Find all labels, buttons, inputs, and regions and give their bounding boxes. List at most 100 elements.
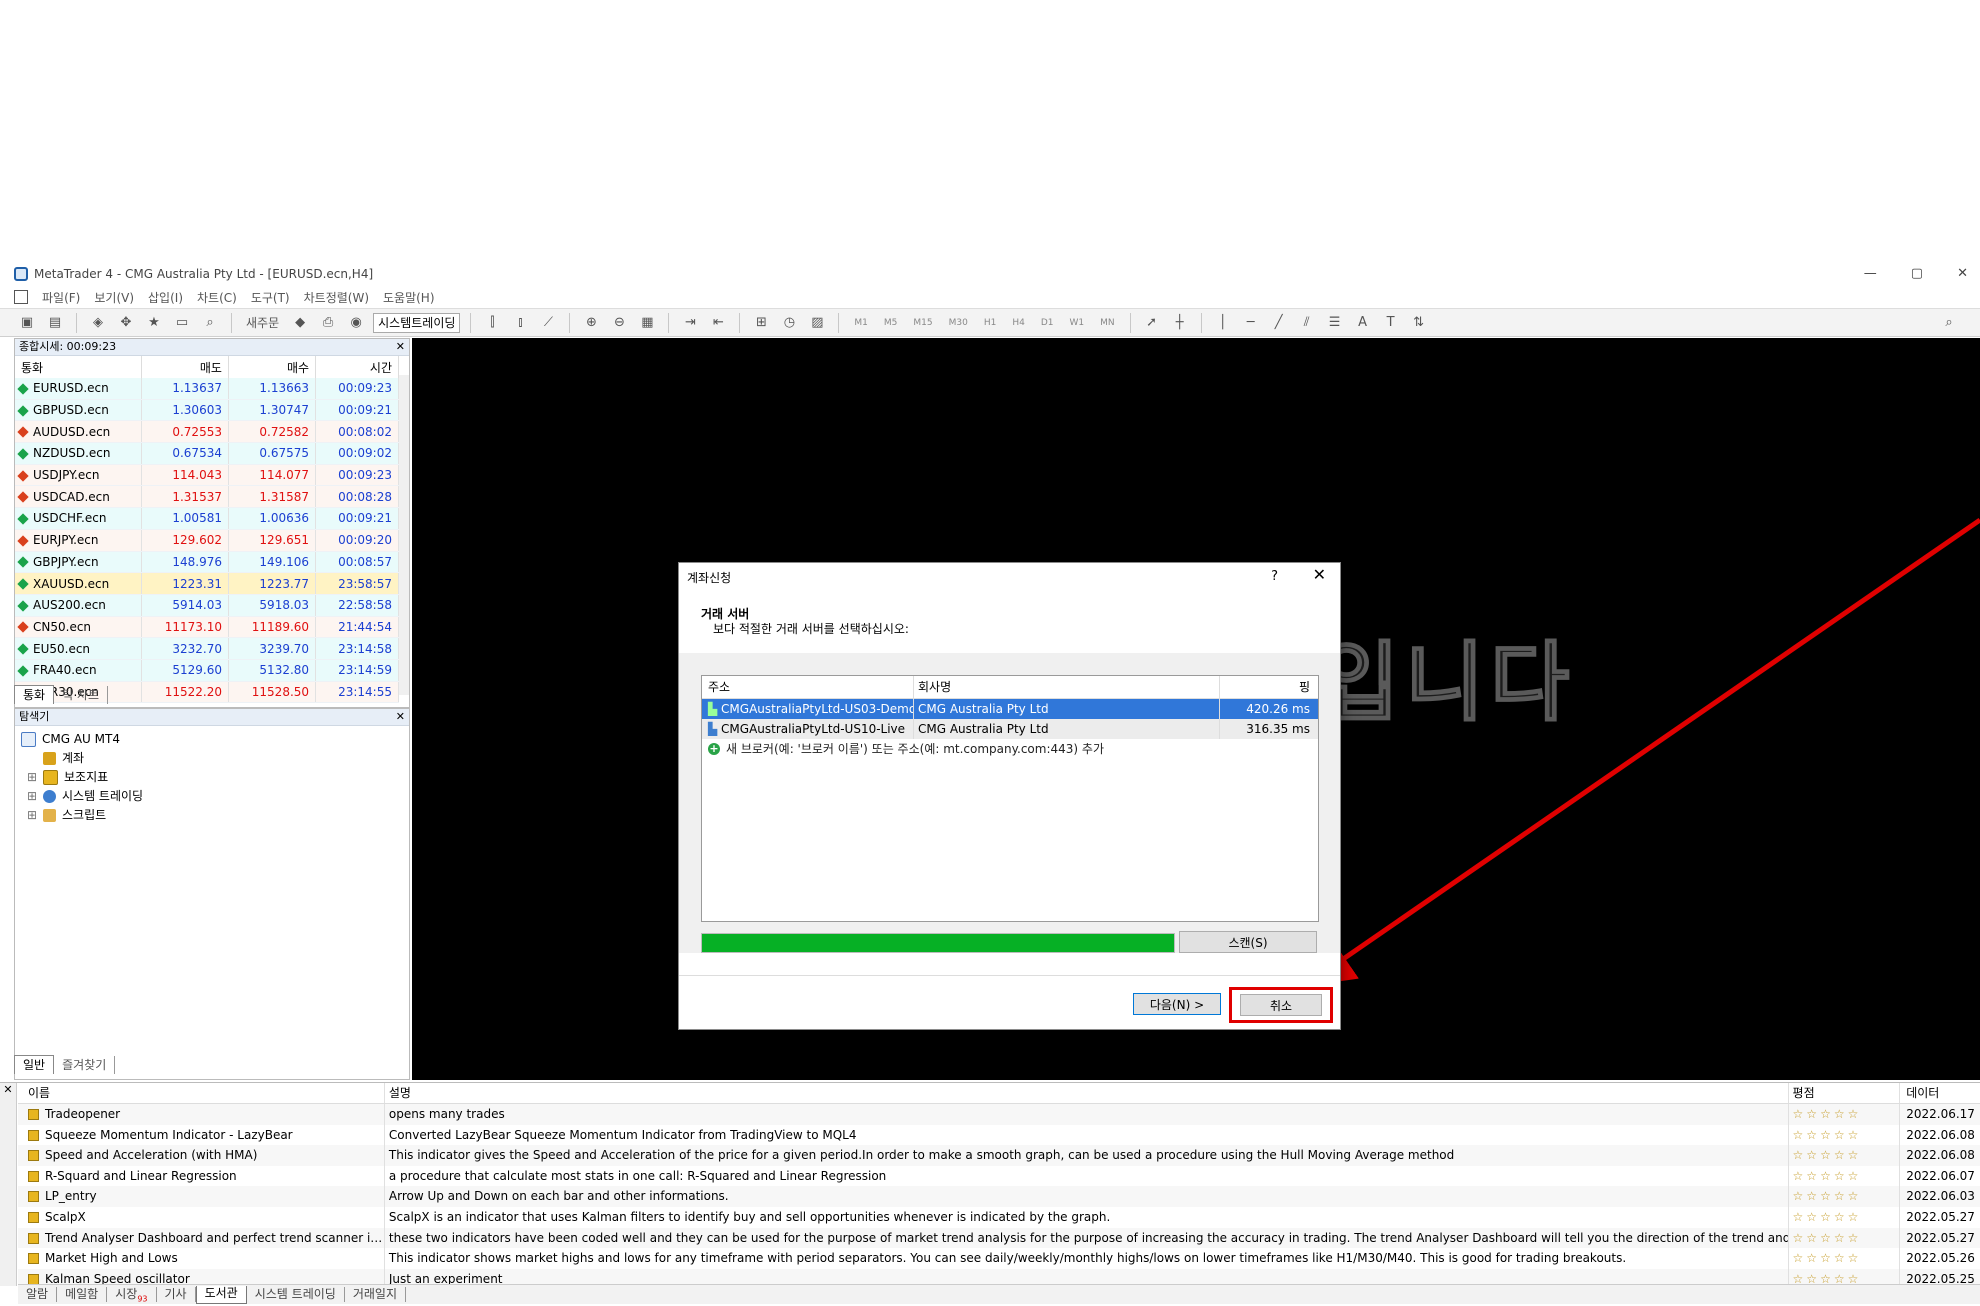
market-watch-row[interactable]: USDJPY.ecn 114.043 114.077 00:09:23 — [15, 464, 399, 487]
column-header-rating[interactable]: 평점 — [1789, 1083, 1901, 1103]
market-watch-row[interactable]: USDCHF.ecn 1.00581 1.00636 00:09:21 — [15, 507, 399, 530]
column-header-company[interactable]: 회사명 — [914, 676, 1220, 698]
column-header-address[interactable]: 주소 — [702, 676, 914, 698]
column-header-ping[interactable]: 핑 — [1220, 676, 1316, 698]
market-watch-row[interactable]: USDCAD.ecn 1.31537 1.31587 00:08:28 — [15, 485, 399, 509]
expand-icon[interactable]: ⊞ — [27, 787, 43, 806]
tree-item-indicators[interactable]: ⊞ 보조지표 — [21, 768, 409, 787]
market-watch-icon[interactable]: ◈ — [87, 313, 109, 333]
library-row[interactable]: R-Squard and Linear Regression a procedur… — [18, 1165, 1980, 1187]
server-row[interactable]: ▙ CMGAustraliaPtyLtd-US10-Live CMG Austr… — [702, 719, 1318, 739]
library-row[interactable]: Tradeopener opens many trades ☆☆☆☆☆ 2022.06… — [18, 1104, 1980, 1125]
tree-item-scripts[interactable]: ⊞ 스크립트 — [21, 806, 409, 825]
menu-help[interactable]: 도움말(H) — [383, 289, 435, 306]
add-broker-row[interactable]: + 새 브로커(예: '브로커 이름') 또는 주소(예: mt.company… — [702, 739, 1318, 759]
templates-icon[interactable]: ▨ — [806, 313, 828, 333]
chart-shift-icon[interactable]: ⇤ — [707, 313, 729, 333]
tab-alerts[interactable]: 알람 — [18, 1287, 58, 1302]
menu-insert[interactable]: 삽입(I) — [148, 289, 183, 306]
periods-icon[interactable]: ◷ — [778, 313, 800, 333]
market-watch-row[interactable]: NZDUSD.ecn 0.67534 0.67575 00:09:02 — [15, 442, 399, 465]
column-header-name[interactable]: 이름 — [18, 1083, 385, 1103]
help-button[interactable]: ? — [1271, 569, 1278, 584]
library-row[interactable]: ScalpX ScalpX is an indicator that uses K… — [18, 1206, 1980, 1228]
print-icon[interactable]: ⎙ — [317, 313, 339, 333]
tree-item-expert-advisors[interactable]: ⊞ 시스템 트레이딩 — [21, 787, 409, 806]
close-window-button[interactable]: ✕ — [1957, 262, 1968, 286]
library-row[interactable]: Speed and Acceleration (with HMA) This in… — [18, 1145, 1980, 1166]
channel-icon[interactable]: ⫽ — [1296, 313, 1318, 333]
market-watch-scrollbar[interactable] — [399, 375, 409, 695]
server-row[interactable]: ▙ CMGAustraliaPtyLtd-US03-Demo CMG Austr… — [702, 699, 1318, 719]
strategy-tester-icon[interactable]: ⌕ — [199, 313, 221, 333]
tab-market[interactable]: 시장93 — [107, 1287, 157, 1303]
minimize-button[interactable]: — — [1864, 262, 1877, 286]
dialog-close-button[interactable]: ✕ — [1313, 565, 1326, 584]
indicators-icon[interactable]: ⊞ — [750, 313, 772, 333]
market-watch-row[interactable]: GBPJPY.ecn 148.976 149.106 00:08:57 — [15, 551, 399, 574]
menu-view[interactable]: 보기(V) — [94, 289, 134, 306]
library-item-rating[interactable]: ☆☆☆☆☆ — [1789, 1248, 1901, 1269]
expand-icon[interactable]: ⊞ — [27, 768, 43, 787]
market-watch-row[interactable]: AUS200.ecn 5914.03 5918.03 22:58:58 — [15, 594, 399, 617]
new-chart-icon[interactable]: ▣ — [16, 313, 38, 333]
library-item-rating[interactable]: ☆☆☆☆☆ — [1789, 1165, 1901, 1187]
library-row[interactable]: Trend Analyser Dashboard and perfect tre… — [18, 1227, 1980, 1249]
menu-tools[interactable]: 도구(T) — [251, 289, 290, 306]
child-window-icon[interactable] — [14, 290, 28, 304]
library-item-rating[interactable]: ☆☆☆☆☆ — [1789, 1186, 1901, 1207]
profiles-icon[interactable]: ▤ — [44, 313, 66, 333]
column-header-description[interactable]: 설명 — [385, 1083, 1789, 1103]
menu-window[interactable]: 차트정렬(W) — [304, 289, 369, 306]
cursor-icon[interactable]: ➚ — [1141, 313, 1163, 333]
tab-symbols[interactable]: 통화 — [14, 685, 55, 704]
tree-item-accounts[interactable]: 계좌 — [21, 749, 409, 768]
library-item-rating[interactable]: ☆☆☆☆☆ — [1789, 1227, 1901, 1249]
market-watch-row[interactable]: EU50.ecn 3232.70 3239.70 23:14:58 — [15, 637, 399, 660]
next-button[interactable]: 다음(N) > — [1133, 993, 1221, 1015]
tf-h4[interactable]: H4 — [1007, 318, 1030, 328]
candlestick-icon[interactable]: ⫾ — [509, 313, 531, 333]
tab-common[interactable]: 일반 — [14, 1055, 55, 1074]
tree-item-root[interactable]: CMG AU MT4 — [21, 730, 409, 749]
auto-trading-button[interactable]: 시스템트레이딩 — [373, 312, 461, 333]
column-header-bid[interactable]: 매도 — [141, 356, 229, 378]
close-icon[interactable]: ✕ — [396, 339, 405, 355]
tf-m30[interactable]: M30 — [944, 318, 973, 328]
tf-m15[interactable]: M15 — [908, 318, 937, 328]
navigator-icon[interactable]: ★ — [143, 313, 165, 333]
vertical-line-icon[interactable]: │ — [1212, 313, 1234, 333]
crosshair-icon[interactable]: ┼ — [1169, 313, 1191, 333]
tf-mn[interactable]: MN — [1095, 318, 1120, 328]
market-watch-row[interactable]: EURJPY.ecn 129.602 129.651 00:09:20 — [15, 529, 399, 552]
metaeditor-icon[interactable]: ◆ — [289, 313, 311, 333]
terminal-icon[interactable]: ▭ — [171, 313, 193, 333]
menu-charts[interactable]: 차트(C) — [197, 289, 237, 306]
market-watch-row[interactable]: GBPUSD.ecn 1.30603 1.30747 00:09:21 — [15, 399, 399, 422]
market-watch-row[interactable]: EURUSD.ecn 1.13637 1.13663 00:09:23 — [15, 378, 399, 400]
tab-favorites[interactable]: 즐겨찾기 — [54, 1056, 116, 1074]
library-row[interactable]: Market High and Lows This indicator shows… — [18, 1248, 1980, 1269]
cancel-button[interactable]: 취소 — [1240, 994, 1322, 1016]
trendline-icon[interactable]: ╱ — [1268, 313, 1290, 333]
text-label-icon[interactable]: T — [1380, 313, 1402, 333]
library-item-rating[interactable]: ☆☆☆☆☆ — [1789, 1124, 1901, 1146]
tab-news[interactable]: 기사 — [157, 1287, 196, 1302]
tab-library[interactable]: 도서관 — [195, 1285, 247, 1304]
fibonacci-icon[interactable]: ☰ — [1324, 313, 1346, 333]
menu-file[interactable]: 파일(F) — [42, 289, 80, 306]
tab-mailbox[interactable]: 메일함 — [57, 1287, 108, 1302]
tab-tick-chart[interactable]: 틱 차트 — [54, 686, 109, 704]
search-icon[interactable]: ⌕ — [1938, 313, 1960, 333]
maximize-button[interactable]: ▢ — [1911, 262, 1923, 286]
close-icon[interactable]: ✕ — [3, 1083, 12, 1096]
data-window-icon[interactable]: ✥ — [115, 313, 137, 333]
tab-journal[interactable]: 거래일지 — [345, 1287, 406, 1302]
line-chart-icon[interactable]: ⟋ — [537, 313, 559, 333]
bar-chart-icon[interactable]: ⫿ — [481, 313, 503, 333]
tf-d1[interactable]: D1 — [1036, 318, 1059, 328]
library-item-rating[interactable]: ☆☆☆☆☆ — [1789, 1104, 1901, 1125]
tab-experts[interactable]: 시스템 트레이딩 — [247, 1287, 345, 1302]
column-header-date[interactable]: 데이터 — [1900, 1083, 1980, 1103]
column-header-ask[interactable]: 매수 — [228, 356, 317, 378]
